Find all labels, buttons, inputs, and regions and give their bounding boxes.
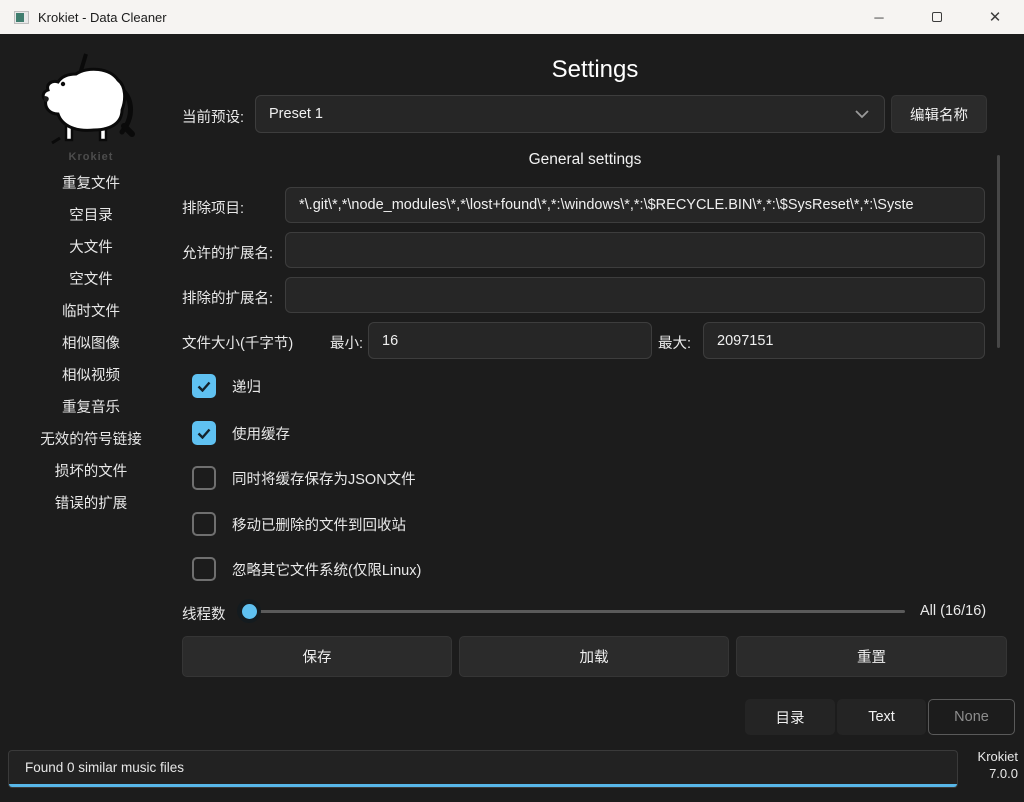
check-icon [197,428,211,439]
check-icon [197,381,211,392]
chevron-down-icon [854,109,870,119]
checkbox-row-trash[interactable]: 移动已删除的文件到回收站 [192,511,406,537]
maximize-button[interactable] [908,0,966,34]
other-filesystems-checkbox[interactable] [192,557,216,581]
excluded-items-label: 排除项目: [182,197,244,218]
use-cache-checkbox[interactable] [192,421,216,445]
bottom-panel-none-button[interactable]: None [928,699,1015,735]
app-version: Krokiet 7.0.0 [960,748,1018,782]
reset-button[interactable]: 重置 [736,636,1007,677]
trash-checkbox[interactable] [192,512,216,536]
threads-value: All (16/16) [920,603,986,619]
sidebar-item-temp-files[interactable]: 临时文件 [0,296,182,328]
threads-label: 线程数 [182,603,226,624]
status-message: Found 0 similar music files [25,760,184,775]
progress-bar [9,784,957,787]
excluded-items-input[interactable]: *\.git\*,*\node_modules\*,*\lost+found\*… [285,187,985,223]
sidebar-item-big-files[interactable]: 大文件 [0,232,182,264]
file-size-min-value: 16 [382,333,398,349]
file-size-min-input[interactable]: 16 [368,322,652,359]
excluded-items-value: *\.git\*,*\node_modules\*,*\lost+found\*… [299,197,914,213]
version-number: 7.0.0 [960,765,1018,782]
sidebar: Krokiet 重复文件 空目录 大文件 空文件 临时文件 相似图像 相似视频 … [0,34,182,802]
sidebar-item-broken-files[interactable]: 损坏的文件 [0,456,182,488]
file-size-max-input[interactable]: 2097151 [703,322,985,359]
threads-slider-track[interactable] [248,610,905,613]
settings-panel: Settings 当前预设: Preset 1 编辑名称 General set… [182,34,1024,802]
minimize-button[interactable]: ─ [850,0,908,34]
sidebar-item-bad-extensions[interactable]: 错误的扩展 [0,488,182,520]
app-name: Krokiet [960,748,1018,765]
sidebar-item-empty-files[interactable]: 空文件 [0,264,182,296]
maximize-icon [932,12,942,22]
preset-dropdown[interactable]: Preset 1 [255,95,885,133]
window-title: Krokiet - Data Cleaner [38,10,167,25]
json-cache-label: 同时将缓存保存为JSON文件 [232,468,416,489]
excluded-extensions-input[interactable] [285,277,985,313]
sidebar-nav: 重复文件 空目录 大文件 空文件 临时文件 相似图像 相似视频 重复音乐 无效的… [0,168,182,520]
sidebar-item-similar-videos[interactable]: 相似视频 [0,360,182,392]
preset-value: Preset 1 [269,106,323,122]
file-size-label: 文件大小(千字节) [182,332,293,353]
file-size-max-value: 2097151 [717,333,773,349]
sidebar-item-similar-images[interactable]: 相似图像 [0,328,182,360]
checkbox-row-json-cache[interactable]: 同时将缓存保存为JSON文件 [192,465,416,491]
recursive-label: 递归 [232,376,261,397]
krokiet-cow-logo-icon [36,52,146,148]
bottom-panel-text-button[interactable]: Text [837,699,926,735]
file-size-min-label: 最小: [330,332,363,353]
checkbox-row-other-filesystems[interactable]: 忽略其它文件系统(仅限Linux) [192,556,421,582]
file-size-max-label: 最大: [658,332,691,353]
trash-label: 移动已删除的文件到回收站 [232,514,406,535]
sidebar-item-duplicate-files[interactable]: 重复文件 [0,168,182,200]
status-bar: Found 0 similar music files [8,750,958,788]
checkbox-row-recursive[interactable]: 递归 [192,373,261,399]
sidebar-item-invalid-symlinks[interactable]: 无效的符号链接 [0,424,182,456]
allowed-extensions-input[interactable] [285,232,985,268]
app-icon [14,11,29,24]
load-button[interactable]: 加载 [459,636,729,677]
json-cache-checkbox[interactable] [192,466,216,490]
recursive-checkbox[interactable] [192,374,216,398]
page-title: Settings [182,56,1008,84]
preset-label: 当前预设: [182,106,244,127]
logo-caption: Krokiet [0,151,182,163]
save-button[interactable]: 保存 [182,636,452,677]
general-settings-title: General settings [182,151,988,169]
edit-preset-name-button[interactable]: 编辑名称 [891,95,987,133]
threads-slider-thumb[interactable] [237,599,261,623]
checkbox-row-use-cache[interactable]: 使用缓存 [192,420,290,446]
logo: Krokiet [0,52,182,163]
excluded-extensions-label: 排除的扩展名: [182,287,273,308]
sidebar-item-empty-dirs[interactable]: 空目录 [0,200,182,232]
close-button[interactable]: ✕ [966,0,1024,34]
other-filesystems-label: 忽略其它文件系统(仅限Linux) [232,559,421,580]
settings-scrollbar[interactable] [997,155,1000,348]
sidebar-item-duplicate-music[interactable]: 重复音乐 [0,392,182,424]
bottom-panel-directories-button[interactable]: 目录 [745,699,835,735]
app-window: Krokiet - Data Cleaner ─ ✕ [0,0,1024,802]
allowed-extensions-label: 允许的扩展名: [182,242,273,263]
titlebar: Krokiet - Data Cleaner ─ ✕ [0,0,1024,34]
use-cache-label: 使用缓存 [232,423,290,444]
